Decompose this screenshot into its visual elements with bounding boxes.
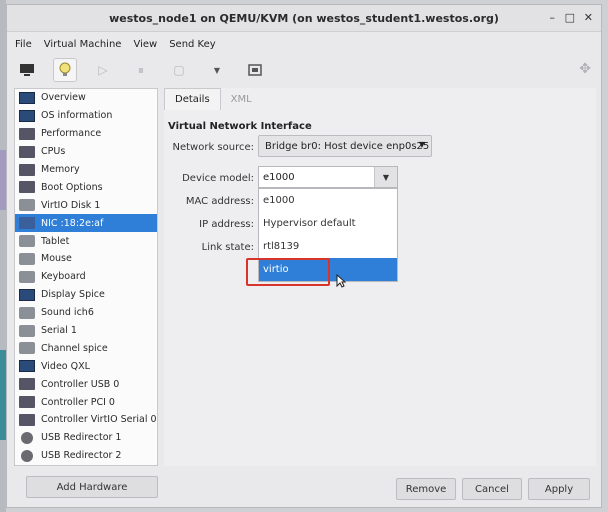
cancel-button[interactable]: Cancel — [462, 478, 522, 500]
dropdown-option-virtio[interactable]: virtio — [259, 258, 397, 281]
window-title: westos_node1 on QEMU/KVM (on westos_stud… — [109, 11, 499, 25]
snapshots-button[interactable] — [243, 58, 267, 82]
menu-virtual-machine[interactable]: Virtual Machine — [44, 39, 122, 50]
sidebar-item-tablet[interactable]: Tablet — [15, 232, 157, 250]
disk-icon — [19, 199, 35, 212]
sidebar-item-cpus[interactable]: CPUs — [15, 143, 157, 161]
sidebar-item-display-spice[interactable]: Display Spice — [15, 286, 157, 304]
boot-icon — [19, 181, 35, 194]
controller-icon — [19, 396, 35, 409]
mouse-icon — [19, 252, 35, 265]
snapshots-icon — [248, 64, 262, 76]
network-source-select[interactable]: Bridge br0: Host device enp0s25 ▼ — [258, 135, 432, 157]
sidebar-item-boot-options[interactable]: Boot Options — [15, 178, 157, 196]
usb-icon — [21, 449, 33, 462]
lightbulb-icon — [59, 62, 71, 76]
usb-icon — [21, 431, 33, 444]
info-icon — [19, 109, 35, 122]
toolbar: ▷ ⏸ ▢ ▼ — [7, 55, 601, 85]
ip-address-label: IP address: — [199, 219, 254, 230]
sidebar-item-nic[interactable]: NIC :18:2e:af — [15, 214, 157, 233]
sidebar-item-controller-usb[interactable]: Controller USB 0 — [15, 375, 157, 393]
video-icon — [19, 360, 35, 373]
details-button[interactable] — [53, 58, 77, 82]
tablet-icon — [19, 235, 35, 248]
device-model-dropdown: e1000 Hypervisor default rtl8139 virtio — [258, 188, 398, 282]
pause-icon: ⏸ — [137, 62, 144, 77]
hardware-list: Overview OS information Performance CPUs… — [14, 88, 158, 466]
mouse-cursor-icon — [336, 274, 346, 288]
close-icon[interactable]: ✕ — [584, 11, 593, 24]
chevron-down-icon: ▼ — [418, 140, 425, 149]
sidebar-item-controller-pci[interactable]: Controller PCI 0 — [15, 393, 157, 411]
controller-icon — [19, 378, 35, 391]
sidebar-item-performance[interactable]: Performance — [15, 125, 157, 143]
sidebar-item-usb-redirector-2[interactable]: USB Redirector 2 — [15, 447, 157, 465]
sidebar-item-overview[interactable]: Overview — [15, 89, 157, 107]
nic-icon — [19, 217, 35, 230]
sidebar-item-mouse[interactable]: Mouse — [15, 250, 157, 268]
device-model-value: e1000 — [263, 171, 295, 183]
menu-send-key[interactable]: Send Key — [169, 39, 216, 50]
sidebar-item-video-qxl[interactable]: Video QXL — [15, 357, 157, 375]
pause-button[interactable]: ⏸ — [129, 58, 153, 82]
details-panel: Details XML Virtual Network Interface Ne… — [164, 88, 596, 466]
chevron-down-icon: ▼ — [213, 65, 221, 75]
sidebar-item-controller-virtio-serial[interactable]: Controller VirtIO Serial 0 — [15, 411, 157, 429]
sidebar-item-keyboard[interactable]: Keyboard — [15, 268, 157, 286]
mac-address-label: MAC address: — [185, 196, 254, 207]
menu-bar: File Virtual Machine View Send Key — [7, 35, 601, 53]
link-state-label: Link state: — [201, 242, 254, 253]
sidebar-item-os-information[interactable]: OS information — [15, 107, 157, 125]
section-title: Virtual Network Interface — [168, 121, 312, 132]
title-bar[interactable]: westos_node1 on QEMU/KVM (on westos_stud… — [7, 5, 601, 32]
dropdown-option-rtl8139[interactable]: rtl8139 — [259, 235, 397, 258]
add-hardware-button[interactable]: Add Hardware — [26, 476, 158, 498]
shutdown-menu-button[interactable]: ▼ — [205, 58, 229, 82]
move-icon[interactable]: ✥ — [579, 61, 591, 77]
chevron-down-icon: ▼ — [382, 172, 390, 182]
tab-bar: Details XML — [164, 88, 262, 110]
sidebar-item-channel-spice[interactable]: Channel spice — [15, 339, 157, 357]
sidebar-item-sound[interactable]: Sound ich6 — [15, 304, 157, 322]
dropdown-option-e1000[interactable]: e1000 — [259, 189, 397, 212]
display-icon — [19, 288, 35, 301]
tab-details[interactable]: Details — [164, 88, 221, 110]
maximize-icon[interactable]: □ — [565, 11, 575, 24]
serial-icon — [19, 324, 35, 337]
controller-icon — [19, 413, 35, 426]
run-button[interactable]: ▷ — [91, 58, 115, 82]
sidebar-item-usb-redirector-1[interactable]: USB Redirector 1 — [15, 429, 157, 447]
sidebar-item-memory[interactable]: Memory — [15, 161, 157, 179]
memory-icon — [19, 163, 35, 176]
device-model-dropdown-button[interactable]: ▼ — [374, 167, 397, 187]
shutdown-button[interactable]: ▢ — [167, 58, 191, 82]
dropdown-option-hypervisor-default[interactable]: Hypervisor default — [259, 212, 397, 235]
performance-icon — [19, 127, 35, 140]
console-button[interactable] — [15, 58, 39, 82]
monitor-icon — [20, 64, 34, 76]
sidebar-item-virtio-disk-1[interactable]: VirtIO Disk 1 — [15, 196, 157, 214]
power-icon: ▢ — [173, 63, 185, 77]
apply-button[interactable]: Apply — [528, 478, 590, 500]
network-source-label: Network source: — [172, 142, 254, 153]
device-model-label: Device model: — [182, 173, 254, 184]
remove-button[interactable]: Remove — [396, 478, 456, 500]
monitor-icon — [19, 91, 35, 104]
menu-file[interactable]: File — [15, 39, 32, 50]
keyboard-icon — [19, 270, 35, 283]
play-icon: ▷ — [98, 63, 108, 77]
cpu-icon — [19, 145, 35, 158]
sidebar-item-serial-1[interactable]: Serial 1 — [15, 322, 157, 340]
minimize-icon[interactable]: – — [550, 11, 556, 24]
tab-xml[interactable]: XML — [221, 88, 262, 110]
sound-icon — [19, 306, 35, 319]
menu-view[interactable]: View — [133, 39, 157, 50]
network-source-value: Bridge br0: Host device enp0s25 — [265, 140, 430, 152]
channel-icon — [19, 342, 35, 355]
